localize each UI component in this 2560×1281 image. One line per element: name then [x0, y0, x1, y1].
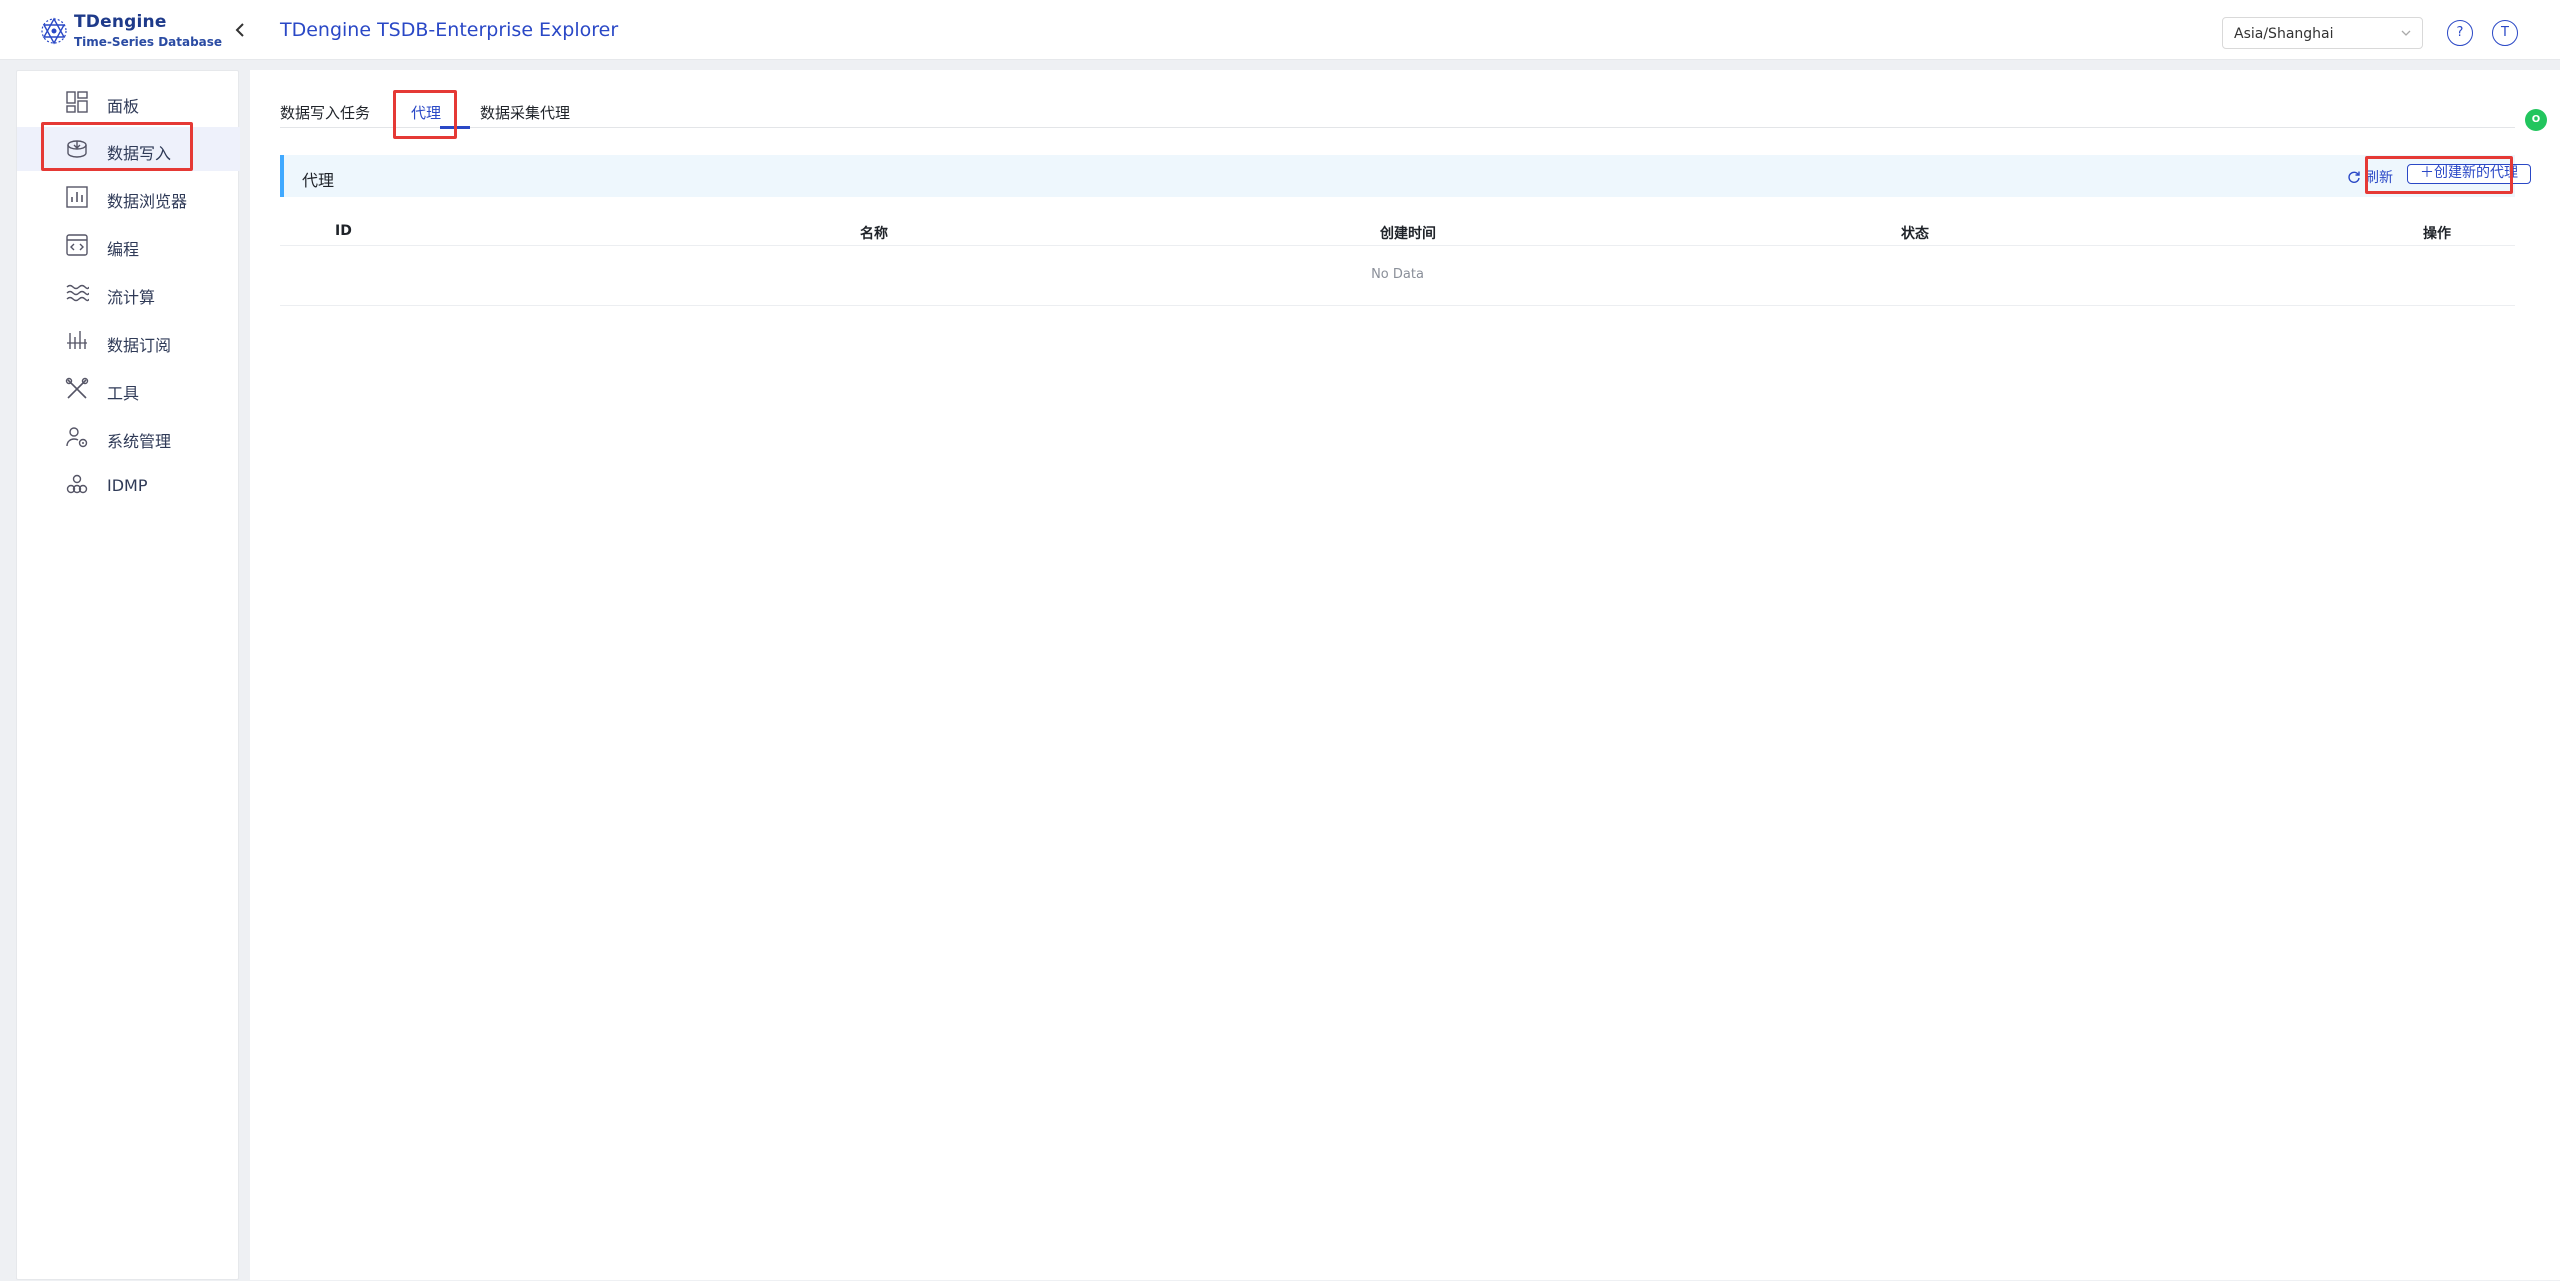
logo-subtitle: Time-Series Database: [74, 35, 223, 49]
chart-icon: [66, 186, 88, 208]
sidebar-item-label: 系统管理: [107, 432, 172, 451]
user-avatar-button[interactable]: T: [2492, 20, 2518, 46]
logo-name: TDengine: [74, 12, 167, 32]
logo[interactable]: TDengine Time-Series Database: [36, 10, 222, 52]
tab-ingest-tasks[interactable]: 数据写入任务: [280, 102, 370, 123]
database-icon: [67, 140, 87, 158]
timezone-value: Asia/Shanghai: [2234, 26, 2334, 42]
sidebar: 面板 数据写入 数据浏览器 编程 流计算 数据订阅 工具 系统管理 IDMP: [16, 70, 240, 1280]
collapse-sidebar-button[interactable]: [228, 18, 252, 42]
chevron-left-icon: [235, 23, 244, 37]
column-header-id: ID: [335, 223, 352, 239]
column-header-actions: 操作: [2423, 226, 2451, 242]
chevron-down-icon: [2401, 30, 2411, 36]
create-agent-label: 创建新的代理: [2434, 165, 2518, 181]
subscribe-icon: [67, 331, 87, 349]
panel-title: 代理: [302, 171, 335, 190]
sidebar-item-subscription[interactable]: 数据订阅: [17, 319, 240, 363]
table-empty-row: No Data: [280, 246, 2515, 306]
timezone-select[interactable]: Asia/Shanghai: [2222, 17, 2423, 49]
floating-assistant-icon[interactable]: O: [2525, 109, 2547, 131]
sidebar-item-label: IDMP: [107, 476, 148, 495]
main-content: 数据写入任务 代理 数据采集代理 代理 刷新 ＋创建新的代理 ID 名称 创建时…: [250, 70, 2560, 1280]
sidebar-item-data-browser[interactable]: 数据浏览器: [17, 175, 240, 219]
tab-agents[interactable]: 代理: [411, 102, 441, 123]
empty-state-text: No Data: [1371, 267, 1424, 282]
tools-icon: [65, 377, 89, 399]
sidebar-item-tools[interactable]: 工具: [17, 367, 240, 411]
refresh-icon: [2348, 171, 2360, 183]
stream-icon: [66, 284, 89, 302]
agents-table: ID 名称 创建时间 状态 操作 No Data: [280, 216, 2515, 306]
agents-panel-header: 代理 刷新 ＋创建新的代理: [280, 155, 2531, 197]
sidebar-item-label: 数据写入: [107, 144, 172, 163]
table-header: ID 名称 创建时间 状态 操作: [280, 216, 2515, 246]
active-tab-indicator: [440, 126, 470, 129]
refresh-label: 刷新: [2365, 170, 2393, 186]
sidebar-item-label: 工具: [107, 384, 140, 403]
refresh-button[interactable]: 刷新: [2347, 167, 2393, 186]
sidebar-item-label: 流计算: [107, 288, 156, 307]
create-agent-button[interactable]: ＋创建新的代理: [2407, 164, 2531, 184]
user-gear-icon: [66, 427, 88, 448]
sidebar-item-system-admin[interactable]: 系统管理: [17, 415, 240, 459]
sidebar-item-dashboard[interactable]: 面板: [17, 80, 240, 124]
app-title: TDengine TSDB-Enterprise Explorer: [280, 19, 619, 41]
sidebar-item-stream[interactable]: 流计算: [17, 271, 240, 315]
sidebar-item-label: 数据浏览器: [107, 192, 188, 211]
help-button[interactable]: ?: [2447, 20, 2473, 46]
cluster-icon: [66, 474, 88, 494]
top-header: TDengine Time-Series Database TDengine T…: [0, 0, 2560, 60]
tab-bar: 数据写入任务 代理 数据采集代理: [280, 92, 2515, 129]
sidebar-item-data-ingest[interactable]: 数据写入: [17, 127, 240, 171]
dashboard-icon: [66, 91, 88, 113]
sidebar-item-label: 面板: [107, 97, 140, 116]
column-header-created: 创建时间: [1380, 226, 1436, 242]
tab-collection-agents[interactable]: 数据采集代理: [480, 102, 570, 123]
tdengine-logo-icon: [41, 17, 67, 45]
plus-icon: ＋: [2420, 165, 2434, 181]
sidebar-item-programming[interactable]: 编程: [17, 223, 240, 267]
sidebar-item-label: 数据订阅: [107, 336, 172, 355]
column-header-name: 名称: [860, 226, 888, 242]
sidebar-item-label: 编程: [107, 240, 140, 259]
column-header-status: 状态: [1901, 226, 1929, 242]
code-icon: [66, 234, 88, 256]
sidebar-item-idmp[interactable]: IDMP: [17, 463, 240, 507]
